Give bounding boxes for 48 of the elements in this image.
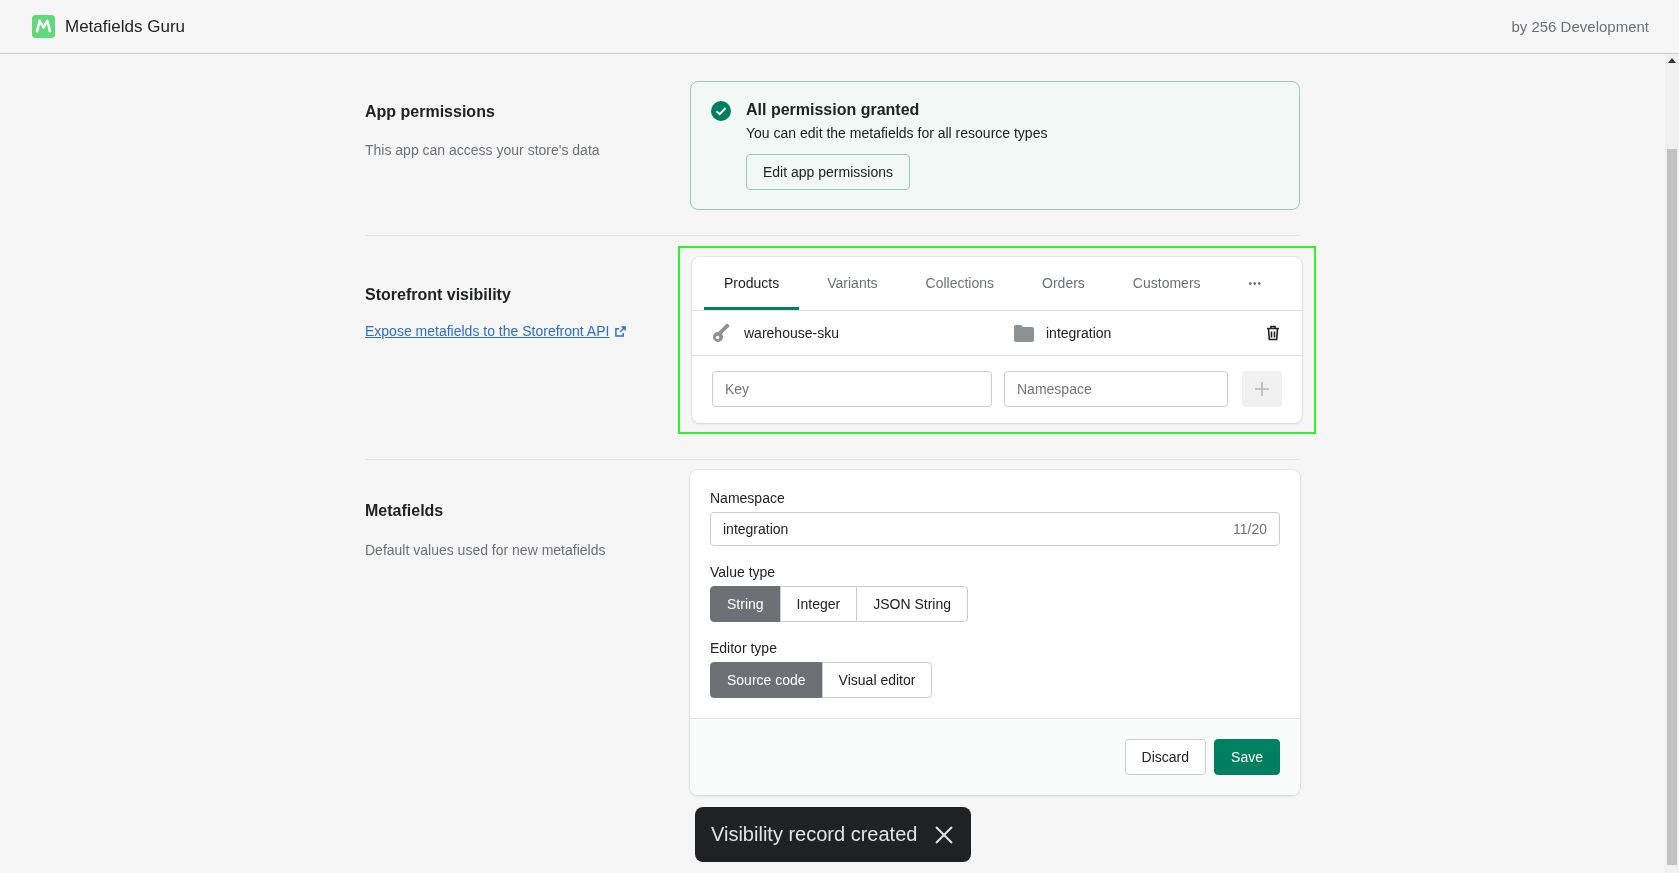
resource-tab[interactable]: Customers <box>1112 257 1221 310</box>
banner-text: You can edit the metafields for all resource types <box>746 125 1048 141</box>
resource-tab[interactable]: Orders <box>1022 257 1105 310</box>
more-tabs-button[interactable]: ••• <box>1228 257 1283 310</box>
segment-button[interactable]: Visual editor <box>821 662 933 698</box>
developer-credit: by 256 Development <box>1511 18 1649 35</box>
folder-icon <box>1014 324 1034 342</box>
discard-button[interactable]: Discard <box>1124 739 1207 775</box>
trash-icon <box>1266 325 1280 341</box>
plus-icon <box>1254 381 1270 397</box>
section-description: Default values used for new metafields <box>365 542 607 558</box>
toast-message: Visibility record created <box>711 823 918 846</box>
storefront-api-link[interactable]: Expose metafields to the Storefront API <box>365 323 610 339</box>
section-title: App permissions <box>365 103 496 121</box>
namespace-input-field[interactable]: Namespace <box>1004 371 1228 407</box>
section-description: This app can access your store's data <box>365 142 601 158</box>
field-label: Namespace <box>710 490 785 506</box>
segment-button[interactable]: Integer <box>779 586 858 622</box>
scrollbar[interactable] <box>1665 54 1679 873</box>
segment-button[interactable]: String <box>710 586 781 622</box>
close-button[interactable] <box>933 823 956 846</box>
external-link-icon <box>615 325 627 337</box>
key-icon <box>712 323 732 343</box>
key-input-field[interactable]: Key <box>712 371 992 407</box>
field-label: Editor type <box>710 640 777 656</box>
record-namespace: integration <box>1046 325 1113 341</box>
scroll-up-icon[interactable] <box>1668 58 1676 63</box>
namespace-input-field[interactable]: integration 11/20 <box>710 512 1280 546</box>
app-name: Metafields Guru <box>65 16 185 37</box>
field-value: integration <box>723 521 789 537</box>
resource-tab[interactable]: Products <box>704 257 800 310</box>
segment-button[interactable]: Source code <box>710 662 823 698</box>
record-key: warehouse-sku <box>744 325 1002 341</box>
save-button[interactable]: Save <box>1214 739 1280 775</box>
segment-button[interactable]: JSON String <box>856 586 968 622</box>
resource-tab[interactable]: Variants <box>807 257 898 310</box>
app-logo-icon <box>32 15 55 38</box>
character-count: 11/20 <box>1233 521 1267 537</box>
field-label: Value type <box>710 564 776 580</box>
check-circle-icon <box>711 101 731 121</box>
edit-permissions-button[interactable]: Edit app permissions <box>746 154 910 190</box>
delete-button[interactable] <box>1264 323 1282 343</box>
section-title: Metafields <box>365 502 445 520</box>
banner-title: All permission granted <box>746 101 921 119</box>
close-icon <box>935 825 954 844</box>
resource-tab[interactable]: Collections <box>905 257 1015 310</box>
scroll-thumb[interactable] <box>1667 149 1677 865</box>
section-title: Storefront visibility <box>365 286 512 304</box>
